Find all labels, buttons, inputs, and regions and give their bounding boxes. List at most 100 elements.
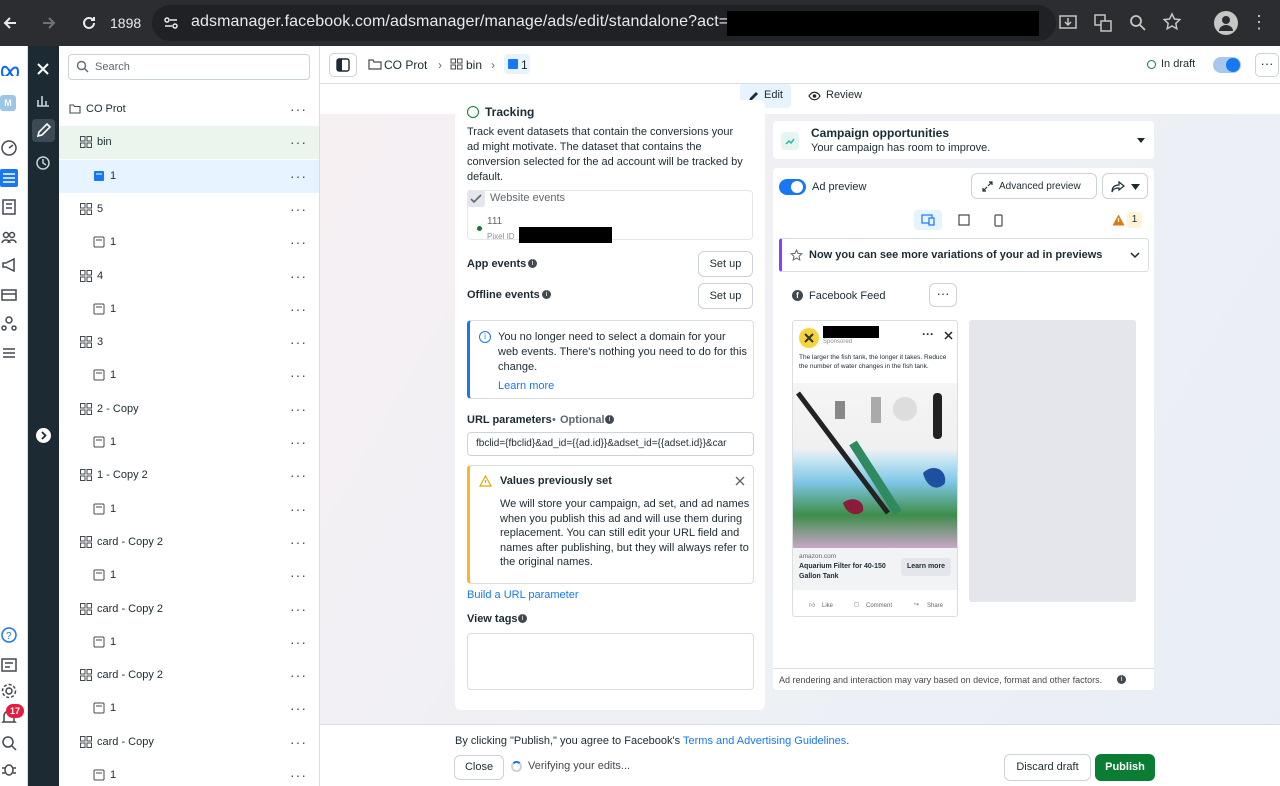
row-more-icon[interactable]: ··· [290,201,307,217]
tree-row-adset[interactable]: 5 ··· [59,193,319,226]
tree-row-adset[interactable]: card - Copy 2 ··· [59,526,319,559]
view-tags-box[interactable] [467,633,754,690]
install-icon[interactable] [1058,13,1078,33]
back-icon[interactable] [0,13,20,33]
tree-row-ad[interactable]: 1 ··· [59,426,319,459]
device-all-icon[interactable] [914,210,942,230]
tree-row-ad[interactable]: 1 ··· [59,159,319,193]
audiences-icon[interactable] [0,228,22,250]
help-icon[interactable]: ? [0,626,22,648]
row-more-icon[interactable]: ··· [290,667,307,683]
toggle-sidebar-button[interactable] [329,53,357,77]
account-avatar[interactable]: M [0,95,16,111]
campaign-opportunities[interactable]: Campaign opportunities Your campaign has… [773,121,1154,159]
row-more-icon[interactable]: ··· [290,601,307,617]
placement-options-icon[interactable]: ··· [929,283,957,307]
close-notice-icon[interactable] [734,475,746,487]
tree-row-ad[interactable]: 1 ··· [59,692,319,725]
breadcrumb-adset[interactable]: bin [466,58,482,72]
tree-row-ad[interactable]: 1 ··· [59,559,319,592]
tree-row-ad[interactable]: 1 ··· [59,293,319,326]
row-more-icon[interactable]: ··· [290,234,307,250]
discard-draft-button[interactable]: Discard draft [1004,754,1091,781]
row-more-icon[interactable]: ··· [290,534,307,550]
tree-row-ad[interactable]: 1 ··· [59,226,319,259]
row-more-icon[interactable]: ··· [290,700,307,716]
tree-row-campaign[interactable]: CO Prot ··· [59,93,319,126]
info-icon[interactable]: i [542,290,551,299]
tree-row-adset[interactable]: 3 ··· [59,326,319,359]
tree-row-adset[interactable]: card - Copy 2 ··· [59,593,319,626]
row-more-icon[interactable]: ··· [290,567,307,583]
tree-row-ad[interactable]: 1 ··· [59,759,319,786]
build-url-link[interactable]: Build a URL parameter [467,589,578,601]
reports-icon[interactable] [0,198,22,220]
publish-button[interactable]: Publish [1095,754,1155,781]
info-icon[interactable]: i [518,614,527,623]
breadcrumb-ad-chip[interactable]: 1 [504,54,530,74]
search-rail-icon[interactable] [0,734,22,756]
app-events-setup-button[interactable]: Set up [698,251,753,277]
tree-search[interactable]: Search [68,54,310,80]
row-more-icon[interactable]: ··· [290,268,307,284]
offline-events-setup-button[interactable]: Set up [698,283,753,309]
performance-chart-icon[interactable] [35,92,51,108]
tree-row-adset[interactable]: bin ··· [59,126,319,160]
device-desktop-icon[interactable] [958,214,970,226]
draft-toggle[interactable] [1213,57,1241,73]
terms-link[interactable]: Terms and Advertising Guidelines [683,735,846,747]
profile-avatar-icon[interactable] [1214,11,1238,35]
row-more-icon[interactable]: ··· [290,301,307,317]
tree-row-adset[interactable]: card - Copy ··· [59,726,319,759]
zoom-icon[interactable] [1128,13,1148,33]
breadcrumb-campaign[interactable]: CO Prot [384,58,427,72]
all-tools-menu-icon[interactable] [0,344,22,366]
edit-pencil-icon[interactable] [32,119,55,142]
tree-row-ad[interactable]: 1 ··· [59,359,319,392]
row-more-icon[interactable]: ··· [290,168,307,184]
more-options-icon[interactable]: ··· [1255,53,1279,77]
tree-row-ad[interactable]: 1 ··· [59,626,319,659]
website-events-checkbox[interactable] [467,190,485,207]
info-icon[interactable]: i [528,259,537,268]
ads-manager-icon[interactable] [0,169,18,187]
row-more-icon[interactable]: ··· [290,134,307,150]
chevron-down-icon[interactable] [1136,136,1146,144]
url-params-input[interactable]: fbclid={fbclid}&ad_id={{ad.id}}&adset_id… [467,432,754,456]
close-button[interactable]: Close [454,755,504,780]
tree-row-ad[interactable]: 1 ··· [59,493,319,526]
advanced-preview-button[interactable]: Advanced preview [971,173,1097,199]
row-more-icon[interactable]: ··· [290,101,307,117]
site-settings-icon[interactable] [162,14,180,32]
campaigns-megaphone-icon[interactable] [0,256,22,278]
ad-preview-toggle[interactable] [779,179,806,195]
business-settings-icon[interactable] [0,314,22,336]
row-more-icon[interactable]: ··· [290,734,307,750]
info-icon[interactable]: i [1117,675,1126,684]
row-more-icon[interactable]: ··· [290,634,307,650]
billing-icon[interactable] [0,286,22,308]
meta-logo-icon[interactable] [0,62,20,76]
review-mode-button[interactable]: Review [808,84,868,108]
translate-icon[interactable] [1093,13,1113,33]
browser-menu-icon[interactable]: ⋮ [1250,12,1268,32]
row-more-icon[interactable]: ··· [290,334,307,350]
row-more-icon[interactable]: ··· [290,467,307,483]
reload-icon[interactable] [79,13,99,33]
row-more-icon[interactable]: ··· [290,401,307,417]
tree-row-adset[interactable]: 1 - Copy 2 ··· [59,459,319,492]
row-more-icon[interactable]: ··· [290,501,307,517]
tree-row-adset[interactable]: 4 ··· [59,260,319,293]
close-panel-icon[interactable] [34,60,52,78]
forward-icon[interactable] [39,13,59,33]
info-icon[interactable]: i [605,415,614,424]
row-more-icon[interactable]: ··· [290,434,307,450]
expand-chevron-icon[interactable] [36,428,51,443]
bug-report-icon[interactable] [0,760,22,782]
device-mobile-icon[interactable] [994,214,1003,227]
tree-row-adset[interactable]: card - Copy 2 ··· [59,659,319,692]
settings-gear-icon[interactable] [0,682,22,704]
news-icon[interactable] [0,656,22,678]
warning-icon[interactable] [1112,214,1125,226]
tree-row-adset[interactable]: 2 - Copy ··· [59,393,319,426]
